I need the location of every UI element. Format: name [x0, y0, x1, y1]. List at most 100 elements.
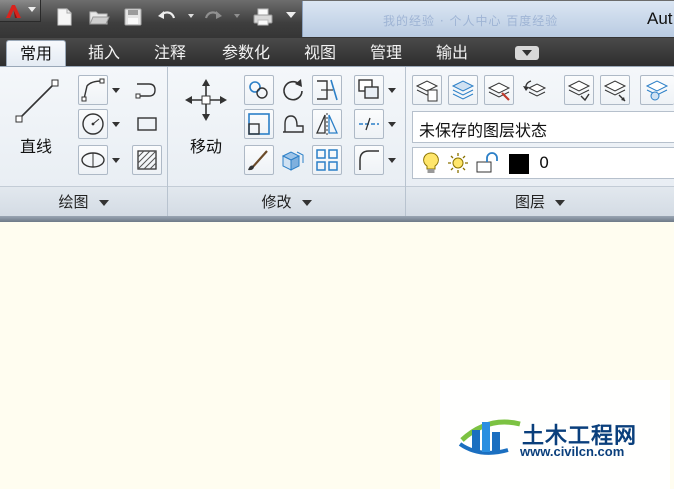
watermark: 土木工程网 www.civilcn.com	[440, 380, 670, 489]
circle-dropdown-icon[interactable]	[110, 109, 120, 139]
window-title-area: 我的经验 · 个人中心 百度经验 Aut	[302, 1, 674, 37]
linetype-icon	[359, 117, 379, 131]
line-icon	[15, 79, 59, 123]
tab-parametric[interactable]: 参数化	[210, 40, 282, 66]
fillet-button[interactable]	[354, 145, 384, 175]
layer-state-text: 未保存的图层状态	[419, 121, 548, 140]
ellipse-dropdown-icon[interactable]	[110, 145, 120, 175]
layer-previous-button[interactable]	[520, 75, 550, 105]
array-button[interactable]	[312, 145, 342, 175]
save-button[interactable]	[120, 5, 146, 29]
stretch-button[interactable]	[278, 109, 308, 139]
draw-panel-footer[interactable]: 绘图	[0, 186, 167, 217]
move-button[interactable]: 移动	[176, 73, 236, 159]
layer-previous-icon	[523, 80, 547, 97]
layer-color-swatch[interactable]	[509, 154, 529, 174]
redo-icon	[204, 11, 222, 19]
circle-icon	[82, 113, 104, 135]
new-file-icon	[57, 8, 72, 26]
linetype-dropdown-icon[interactable]	[386, 109, 396, 139]
tab-view[interactable]: 视图	[292, 40, 348, 66]
mirror-icon	[315, 113, 339, 135]
save-icon	[124, 8, 142, 26]
tab-manage[interactable]: 管理	[358, 40, 414, 66]
scale-button[interactable]	[244, 109, 274, 139]
undo-dropdown-icon[interactable]	[188, 14, 194, 18]
rectangle-button[interactable]	[132, 109, 162, 139]
customize-qat-icon[interactable]	[286, 12, 296, 18]
layer-walk-icon	[645, 80, 669, 101]
current-layer-name: 0	[539, 153, 550, 172]
trim-icon	[317, 79, 338, 101]
rectangle-icon	[137, 117, 157, 131]
unlock-icon[interactable]	[475, 152, 499, 174]
layer-isolate-button[interactable]	[564, 75, 594, 105]
erase-brush-button[interactable]	[244, 145, 274, 175]
move-icon	[185, 79, 227, 121]
polyline-dropdown-icon[interactable]	[110, 75, 120, 105]
rotate-button[interactable]	[278, 75, 308, 105]
autocad-logo-icon	[6, 5, 21, 18]
layer-state-button[interactable]	[448, 75, 478, 105]
stretch-icon	[283, 115, 304, 133]
trim-button[interactable]	[312, 75, 342, 105]
copy-button[interactable]	[244, 75, 274, 105]
ellipse-button[interactable]	[78, 145, 108, 175]
chevron-down-icon	[301, 199, 312, 206]
tab-annotate[interactable]: 注释	[140, 40, 200, 66]
browser-tab-text: 我的经验 · 个人中心 百度经验	[383, 14, 559, 28]
layer-properties-icon	[415, 80, 439, 102]
plot-button[interactable]	[250, 5, 276, 29]
circle-button[interactable]	[78, 109, 108, 139]
copy-icon	[249, 81, 268, 99]
layer-isolate-icon	[567, 80, 591, 102]
line-label: 直线	[19, 137, 52, 156]
fillet-icon	[359, 150, 379, 170]
polyline-icon	[81, 78, 105, 102]
redo-button[interactable]	[200, 5, 226, 29]
undo-button[interactable]	[154, 5, 180, 29]
application-menu-button[interactable]	[0, 0, 41, 22]
ribbon-tab-bar: 常用 插入 注释 参数化 视图 管理 输出	[0, 38, 674, 66]
extend-line-button[interactable]	[354, 109, 384, 139]
new-file-button[interactable]	[52, 5, 78, 29]
explode-button[interactable]	[278, 145, 308, 175]
chevron-down-icon	[98, 199, 109, 206]
line-button[interactable]: 直线	[6, 73, 66, 159]
array-edit-button[interactable]	[354, 75, 384, 105]
layers-panel-title: 图层	[514, 193, 545, 211]
layer-walk-button[interactable]	[640, 75, 674, 105]
draw-panel-title: 绘图	[58, 193, 89, 211]
mirror-button[interactable]	[312, 109, 342, 139]
ribbon-minimize-button[interactable]	[515, 46, 539, 60]
title-bar: 我的经验 · 个人中心 百度经验 Aut	[0, 0, 674, 38]
draw-order-dropdown-icon[interactable]	[386, 75, 396, 105]
draw-order-icon	[358, 79, 379, 99]
layer-stack-icon	[451, 80, 475, 100]
tab-output[interactable]: 输出	[424, 40, 480, 66]
layer-state-dropdown[interactable]: 未保存的图层状态	[412, 111, 674, 143]
hatch-icon	[137, 150, 157, 170]
redo-dropdown-icon[interactable]	[234, 14, 240, 18]
layer-dropdown[interactable]: 0	[412, 147, 674, 179]
civilcn-logo-icon	[458, 419, 521, 455]
layer-match-button[interactable]	[484, 75, 514, 105]
sun-icon[interactable]	[447, 152, 469, 174]
undo-icon	[158, 11, 176, 19]
panel-draw: 直线 绘图	[0, 67, 168, 217]
layers-panel-footer[interactable]: 图层	[406, 186, 674, 217]
polyline-button[interactable]	[78, 75, 108, 105]
tab-home[interactable]: 常用	[6, 40, 66, 66]
layer-properties-button[interactable]	[412, 75, 442, 105]
spline-button[interactable]	[132, 75, 162, 105]
hatch-button[interactable]	[132, 145, 162, 175]
panel-layers: 未保存的图层状态 0 图层	[406, 67, 674, 217]
lightbulb-icon[interactable]	[421, 151, 441, 175]
spline-icon	[135, 83, 156, 99]
open-file-button[interactable]	[86, 5, 112, 29]
fillet-dropdown-icon[interactable]	[386, 145, 396, 175]
layer-freeze-button[interactable]	[600, 75, 630, 105]
ellipse-icon	[81, 152, 105, 168]
modify-panel-footer[interactable]: 修改	[168, 186, 405, 217]
tab-insert[interactable]: 插入	[74, 40, 134, 66]
